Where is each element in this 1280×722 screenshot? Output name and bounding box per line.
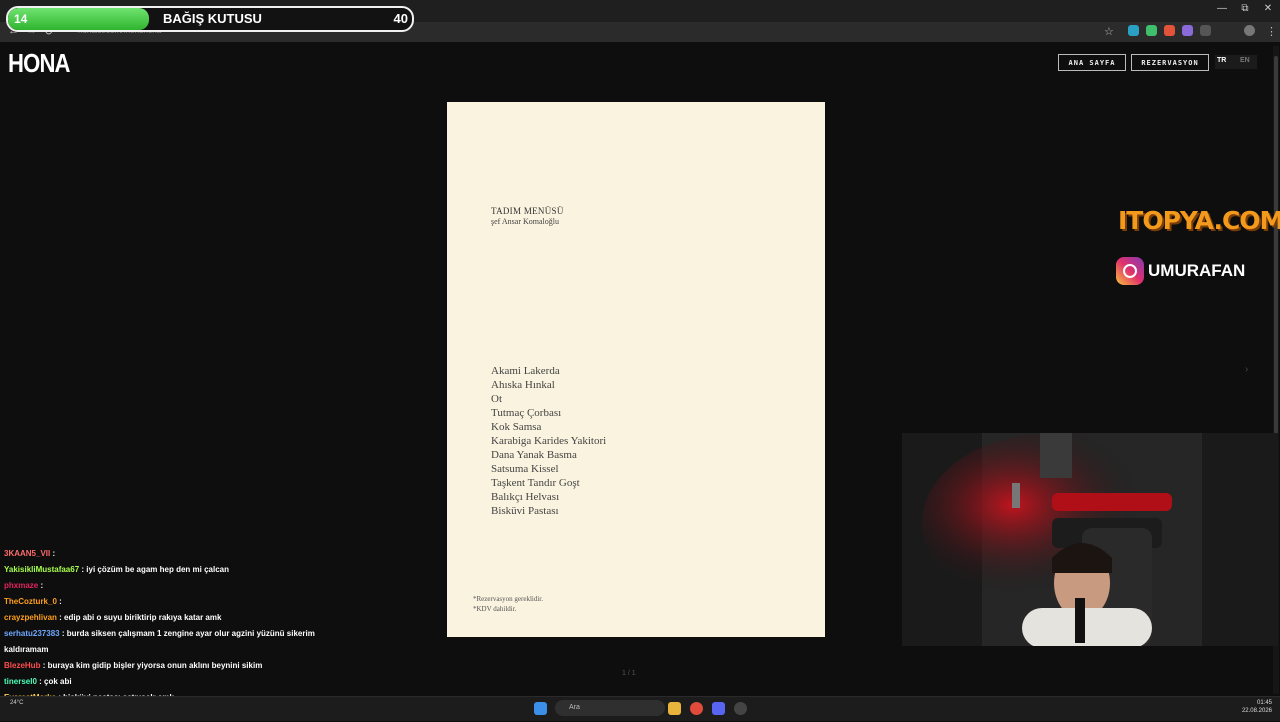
browser-menu-icon[interactable]: ⋮ xyxy=(1266,25,1277,38)
minimize-icon[interactable]: — xyxy=(1210,3,1234,14)
clock-time: 01:45 xyxy=(1256,700,1272,706)
reservation-button[interactable]: REZERVASYON xyxy=(1131,54,1209,71)
home-button[interactable]: ANA SAYFA xyxy=(1058,54,1126,71)
chat-text: : edip abi o suyu biriktirip rakıya kata… xyxy=(59,613,222,622)
chat-username[interactable]: 3KAAN5_VII xyxy=(4,549,50,558)
extension-icon[interactable] xyxy=(1146,25,1157,36)
webcam-scene xyxy=(902,433,1278,646)
discord-icon[interactable] xyxy=(712,702,725,715)
donation-label: BAĞIŞ KUTUSU xyxy=(163,11,262,26)
vat-note: *KDV dahildir. xyxy=(473,605,517,613)
instagram-handle: UMURAFAN xyxy=(1148,261,1246,280)
weather-text[interactable]: 24°C xyxy=(10,700,23,706)
menu-item: Akami Lakerda xyxy=(491,365,560,377)
chat-username[interactable]: crayzpehlivan xyxy=(4,613,57,622)
menu-item: Balıkçı Helvası xyxy=(491,491,560,503)
instagram-icon xyxy=(1116,257,1144,285)
donation-bar: 14 BAĞIŞ KUTUSU 40 xyxy=(6,6,414,32)
lang-en[interactable]: EN xyxy=(1240,57,1250,64)
restore-icon[interactable]: ⧉ xyxy=(1233,3,1257,14)
chrome-icon[interactable] xyxy=(690,702,703,715)
chat-username[interactable]: YakisikliMustafaa67 xyxy=(4,565,79,574)
page-indicator: 1 / 1 xyxy=(622,670,636,677)
extension-icon[interactable] xyxy=(1182,25,1193,36)
menu-list: Akami Lakerda Ahıska Hınkal Ot Tutmaç Çorba… xyxy=(491,364,606,518)
chat-message: YakisikliMustafaa67 : iyi çözüm be agam … xyxy=(0,562,330,578)
chat-message: BlezeHub : buraya kim gidip bişler yiyor… xyxy=(0,658,330,674)
chat-username[interactable]: tinersel0 xyxy=(4,677,37,686)
chat-text: : çok abi xyxy=(39,677,72,686)
start-icon[interactable] xyxy=(534,702,547,715)
chat-text: : buraya kim gidip bişler yiyorsa onun a… xyxy=(42,661,263,670)
lang-tr[interactable]: TR xyxy=(1217,57,1226,64)
chat-username[interactable]: BlezeHub xyxy=(4,661,40,670)
chat-message: tinersel0 : çok abi xyxy=(0,674,330,690)
menu-item: Taşkent Tandır Goşt xyxy=(491,477,580,489)
menu-document: TADIM MENÜSÜ şef Ansar Komaloğlu Akami L… xyxy=(447,102,825,637)
taskbar-clock[interactable]: 01:45 22.08.2026 xyxy=(1240,699,1272,715)
chat-username[interactable]: serhatu237383 xyxy=(4,629,60,638)
chat-text: : xyxy=(59,597,62,606)
extension-icon[interactable] xyxy=(1164,25,1175,36)
close-icon[interactable]: ✕ xyxy=(1256,3,1280,14)
chat-username[interactable]: TheCozturk_0 xyxy=(4,597,57,606)
menu-item: Ahıska Hınkal xyxy=(491,379,555,391)
bookmark-star-icon[interactable]: ☆ xyxy=(1104,25,1114,38)
chat-text: : xyxy=(52,549,56,558)
menu-item: Tutmaç Çorbası xyxy=(491,407,562,419)
scrollbar-thumb[interactable] xyxy=(1274,56,1278,436)
chat-username[interactable]: phxmaze xyxy=(4,581,38,590)
menu-item: Bisküvi Pastası xyxy=(491,505,559,517)
menu-item: Karabiga Karides Yakitori xyxy=(491,435,607,447)
chat-message: crayzpehlivan : edip abi o suyu biriktir… xyxy=(0,610,330,626)
donation-count: 14 xyxy=(14,12,28,26)
chat-message: serhatu237383 : burda siksen çalışmam 1 … xyxy=(0,626,330,658)
menu-title: TADIM MENÜSÜ xyxy=(491,206,564,216)
clock-date: 22.08.2026 xyxy=(1241,708,1272,714)
menu-chef: şef Ansar Komaloğlu xyxy=(491,217,559,226)
next-page-arrow-icon[interactable]: › xyxy=(1245,364,1248,375)
menu-item: Dana Yanak Basma xyxy=(491,449,577,461)
menu-item: Kok Samsa xyxy=(491,421,542,433)
sponsor-logo: ITOPYA.COM xyxy=(1118,206,1280,235)
donation-goal: 40 xyxy=(393,11,408,26)
extensions-puzzle-icon[interactable] xyxy=(1200,25,1211,36)
chat-text: : xyxy=(40,581,44,590)
chat-message: TheCozturk_0 : xyxy=(0,594,330,610)
profile-avatar-icon[interactable] xyxy=(1244,25,1255,36)
menu-item: Ot xyxy=(491,393,502,405)
webcam-feed xyxy=(902,433,1278,646)
taskbar-search[interactable]: Ara xyxy=(555,700,665,716)
file-explorer-icon[interactable] xyxy=(668,702,681,715)
chat-message: 3KAAN5_VII : xyxy=(0,546,330,562)
menu-item: Satsuma Kissel xyxy=(491,463,559,475)
site-logo[interactable]: HONA xyxy=(8,48,71,79)
chat-message: phxmaze : xyxy=(0,578,330,594)
app-icon[interactable] xyxy=(734,702,747,715)
chat-text: : iyi çözüm be agam hep den mi çalcan xyxy=(81,565,229,574)
donation-progress-fill xyxy=(8,8,150,30)
reservation-note: *Rezervasyon gereklidir. xyxy=(473,595,543,603)
extension-icon[interactable] xyxy=(1128,25,1139,36)
